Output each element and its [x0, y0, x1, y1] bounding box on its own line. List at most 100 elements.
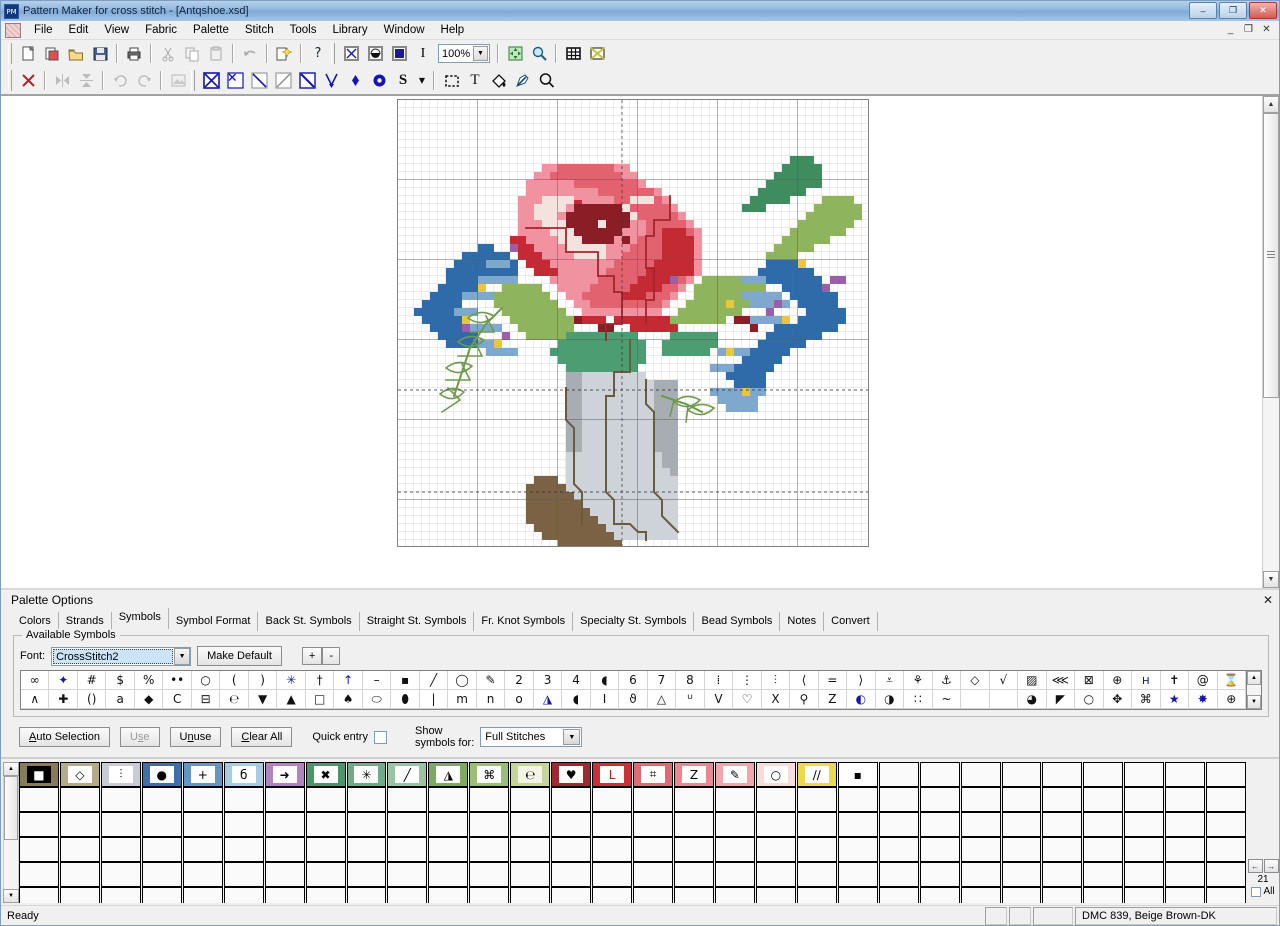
palette-empty-cell[interactable] — [224, 887, 264, 903]
symbol-cell[interactable]: ╱ — [420, 671, 448, 690]
close-icon[interactable]: ✕ — [1263, 593, 1273, 607]
save-file-button[interactable] — [88, 42, 112, 65]
palette-empty-cell[interactable] — [101, 812, 141, 837]
palette-empty-cell[interactable] — [1002, 837, 1042, 862]
palette-swatch-10[interactable]: ╱ — [387, 762, 427, 787]
palette-grid[interactable]: ■◇⫶●+б➜✖✳╱◮⌘℮♥L⌗Z✎○∕∕▪ — [19, 762, 1247, 903]
tab-straight-st-symbols[interactable]: Straight St. Symbols — [360, 612, 475, 631]
symbol-cell[interactable]: ○ — [1075, 690, 1103, 709]
palette-empty-cell[interactable] — [961, 787, 1001, 812]
toolbar-grip[interactable] — [8, 43, 12, 64]
menu-edit[interactable]: Edit — [61, 22, 97, 38]
palette-empty-cell[interactable] — [142, 887, 182, 903]
palette-empty-cell[interactable] — [838, 787, 878, 812]
symbol-cell[interactable]: ◕ — [1018, 690, 1047, 709]
open-file-button[interactable] — [64, 42, 88, 65]
palette-nav-right-button[interactable]: → — [1264, 859, 1279, 873]
symbol-cell[interactable]: I — [591, 690, 619, 709]
toolbar-grip-2[interactable] — [331, 43, 335, 64]
palette-empty-cell[interactable] — [1083, 862, 1123, 887]
symbol-cell[interactable]: √ — [990, 671, 1018, 690]
symbol-cell[interactable]: ⬮ — [391, 690, 419, 709]
palette-empty-cell[interactable] — [551, 837, 591, 862]
palette-empty-cell[interactable] — [715, 862, 755, 887]
symbol-cell[interactable]: ⟩ — [847, 671, 875, 690]
symbol-cell[interactable]: ▨ — [1018, 671, 1047, 690]
symbol-cell[interactable]: ◆ — [135, 690, 163, 709]
symbol-cell[interactable]: ⋘ — [1047, 671, 1075, 690]
palette-empty-cell[interactable] — [19, 837, 59, 862]
palette-empty-cell[interactable] — [1002, 887, 1042, 903]
scroll-thumb[interactable] — [1263, 113, 1279, 398]
make-default-button[interactable]: Make Default — [197, 646, 282, 666]
palette-empty-cell[interactable] — [306, 862, 346, 887]
palette-empty-cell[interactable] — [797, 887, 837, 903]
symbol-cell[interactable]: •• — [163, 671, 191, 690]
mirror-vertical-button[interactable] — [74, 69, 98, 92]
palette-empty-cell[interactable] — [879, 812, 919, 837]
paste-button[interactable] — [204, 42, 228, 65]
hide-grid-button[interactable] — [585, 42, 609, 65]
help-button[interactable]: ? — [306, 42, 330, 65]
palette-empty-cell[interactable] — [265, 862, 305, 887]
palette-empty-cell[interactable] — [1124, 787, 1164, 812]
symbol-cell[interactable]: ▪ — [391, 671, 419, 690]
symbol-cell[interactable]: ⫶ — [762, 671, 790, 690]
palette-empty-cell[interactable] — [60, 787, 100, 812]
palette-empty-cell[interactable] — [879, 787, 919, 812]
menu-stitch[interactable]: Stitch — [237, 22, 282, 38]
chevron-down-icon[interactable]: ▼ — [174, 648, 190, 665]
palette-empty-cell[interactable] — [510, 787, 550, 812]
palette-swatch-15[interactable]: L — [592, 762, 632, 787]
palette-empty-cell[interactable] — [756, 887, 796, 903]
palette-empty-cell[interactable] — [920, 787, 960, 812]
fit-to-window-button[interactable] — [503, 42, 527, 65]
palette-empty-cell[interactable] — [797, 837, 837, 862]
symbol-cell[interactable]: ⌛ — [1218, 671, 1247, 690]
palette-empty-cell[interactable] — [961, 837, 1001, 862]
specialty-dropdown-arrow[interactable]: ▼ — [415, 69, 429, 92]
palette-empty-cell[interactable] — [1165, 812, 1205, 837]
palette-empty-cell[interactable] — [1165, 862, 1205, 887]
palette-empty-cell[interactable] — [961, 812, 1001, 837]
palette-empty-cell[interactable] — [1206, 887, 1246, 903]
palette-empty-cell[interactable] — [592, 862, 632, 887]
palette-empty-cell[interactable] — [347, 887, 387, 903]
palette-empty-cell[interactable] — [1124, 762, 1164, 787]
palette-empty-cell[interactable] — [551, 862, 591, 887]
palette-empty-cell[interactable] — [101, 862, 141, 887]
palette-empty-cell[interactable] — [879, 762, 919, 787]
scroll-down-button[interactable]: ▼ — [1263, 571, 1279, 588]
cut-button[interactable] — [156, 42, 180, 65]
symbol-cell[interactable]: ⚲ — [790, 690, 819, 709]
palette-empty-cell[interactable] — [183, 837, 223, 862]
new-from-image-button[interactable] — [40, 42, 64, 65]
palette-empty-cell[interactable] — [1124, 862, 1164, 887]
palette-empty-cell[interactable] — [428, 812, 468, 837]
palette-swatch-7[interactable]: ➜ — [265, 762, 305, 787]
stitch-toolbar-grip-2[interactable] — [191, 70, 195, 91]
palette-empty-cell[interactable] — [428, 837, 468, 862]
palette-empty-cell[interactable] — [1206, 812, 1246, 837]
palette-empty-cell[interactable] — [961, 887, 1001, 903]
symbol-cell[interactable]: ∧ — [21, 690, 49, 709]
palette-swatch-11[interactable]: ◮ — [428, 762, 468, 787]
palette-swatch-18[interactable]: ✎ — [715, 762, 755, 787]
palette-empty-cell[interactable] — [60, 862, 100, 887]
palette-empty-cell[interactable] — [756, 812, 796, 837]
palette-swatch-21[interactable]: ▪ — [838, 762, 878, 787]
symbol-cell[interactable]: ✥ — [1104, 690, 1132, 709]
maximize-button[interactable]: ❐ — [1219, 2, 1247, 19]
tab-symbols[interactable]: Symbols — [112, 608, 169, 629]
palette-empty-cell[interactable] — [756, 837, 796, 862]
palette-empty-cell[interactable] — [1206, 837, 1246, 862]
palette-empty-cell[interactable] — [1042, 787, 1082, 812]
palette-empty-cell[interactable] — [879, 862, 919, 887]
palette-empty-cell[interactable] — [265, 887, 305, 903]
stitch-toolbar-grip[interactable] — [8, 70, 12, 91]
palette-all-checkbox[interactable] — [1251, 887, 1261, 897]
palette-empty-cell[interactable] — [920, 812, 960, 837]
tab-bead-symbols[interactable]: Bead Symbols — [694, 612, 780, 631]
symbol-cell[interactable]: 2 — [505, 671, 533, 690]
palette-empty-cell[interactable] — [387, 862, 427, 887]
